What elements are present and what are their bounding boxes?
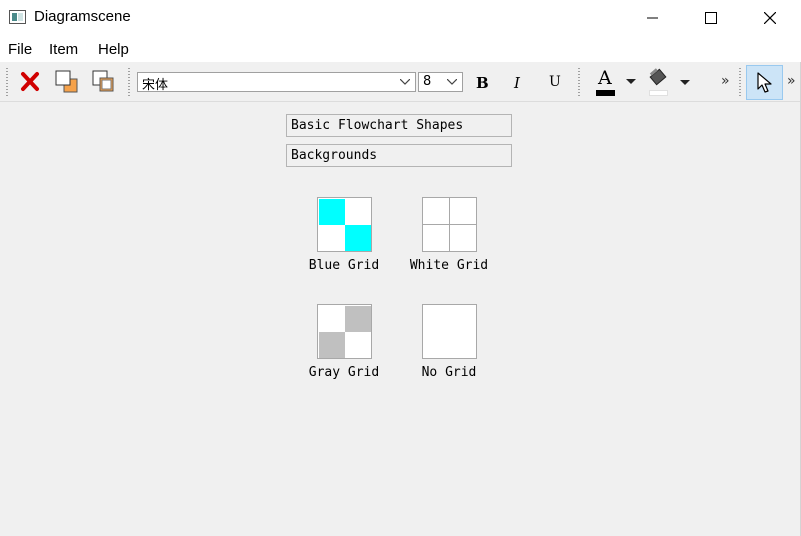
minimize-icon	[647, 17, 658, 19]
menu-file[interactable]: File	[8, 41, 32, 58]
toolbar: 宋体 8 B I U A » »	[0, 62, 801, 102]
pointer-icon	[757, 72, 772, 93]
close-icon	[764, 12, 776, 24]
font-size-combobox[interactable]: 8	[418, 72, 463, 92]
section-label: Backgrounds	[291, 148, 378, 163]
gray-grid-swatch[interactable]	[317, 304, 372, 359]
blue-grid-label: Blue Grid	[308, 258, 380, 273]
app-icon	[9, 10, 26, 24]
bring-to-front-button[interactable]	[52, 67, 82, 97]
delete-icon	[21, 72, 39, 91]
section-backgrounds[interactable]: Backgrounds	[286, 144, 512, 167]
white-grid-swatch[interactable]	[422, 197, 477, 252]
font-color-letter: A	[598, 67, 612, 89]
section-basic-flowchart-shapes[interactable]: Basic Flowchart Shapes	[286, 114, 512, 137]
background-white-grid[interactable]: White Grid	[394, 197, 504, 297]
toolbar-grip[interactable]	[6, 68, 8, 96]
close-button[interactable]	[747, 0, 793, 36]
menu-help[interactable]: Help	[98, 41, 129, 58]
no-grid-swatch[interactable]	[422, 304, 477, 359]
font-color-swatch	[596, 90, 615, 96]
toolbar-overflow-button[interactable]: »	[721, 73, 730, 89]
minimize-button[interactable]	[630, 0, 676, 36]
bring-to-front-icon	[55, 70, 78, 93]
window-title: Diagramscene	[34, 8, 131, 25]
toolbar-grip[interactable]	[578, 68, 580, 96]
font-combobox[interactable]: 宋体	[137, 72, 416, 93]
send-to-back-button[interactable]	[89, 67, 119, 97]
fill-color-swatch	[649, 90, 668, 96]
chevron-down-icon	[400, 79, 410, 85]
fill-color-button[interactable]	[646, 67, 696, 97]
chevron-down-icon	[447, 79, 457, 85]
font-combobox-value: 宋体	[142, 78, 169, 93]
send-to-back-icon	[92, 70, 114, 92]
font-size-value: 8	[423, 74, 432, 89]
dropdown-arrow-icon	[680, 80, 690, 85]
blue-grid-swatch[interactable]	[317, 197, 372, 252]
font-color-button[interactable]: A	[591, 67, 641, 97]
white-grid-label: White Grid	[409, 258, 489, 273]
italic-button[interactable]: I	[514, 74, 520, 92]
dropdown-arrow-icon	[626, 79, 636, 84]
background-blue-grid[interactable]: Blue Grid	[289, 197, 399, 297]
toolbar-grip[interactable]	[739, 68, 741, 96]
toolbar-grip[interactable]	[128, 68, 130, 96]
title-bar: Diagramscene	[0, 0, 801, 38]
no-grid-label: No Grid	[421, 365, 477, 380]
maximize-button[interactable]	[688, 0, 734, 36]
toolbar-overflow-button[interactable]: »	[787, 73, 796, 89]
bold-button[interactable]: B	[476, 74, 489, 92]
menu-item[interactable]: Item	[49, 41, 78, 58]
gray-grid-label: Gray Grid	[308, 365, 380, 380]
pointer-button[interactable]	[746, 65, 783, 100]
underline-button[interactable]: U	[549, 74, 561, 90]
section-label: Basic Flowchart Shapes	[291, 118, 464, 133]
maximize-icon	[705, 12, 717, 24]
background-no-grid[interactable]: No Grid	[394, 304, 504, 404]
menu-bar: File Item Help	[0, 38, 801, 62]
background-gray-grid[interactable]: Gray Grid	[289, 304, 399, 404]
delete-button[interactable]	[15, 67, 45, 97]
